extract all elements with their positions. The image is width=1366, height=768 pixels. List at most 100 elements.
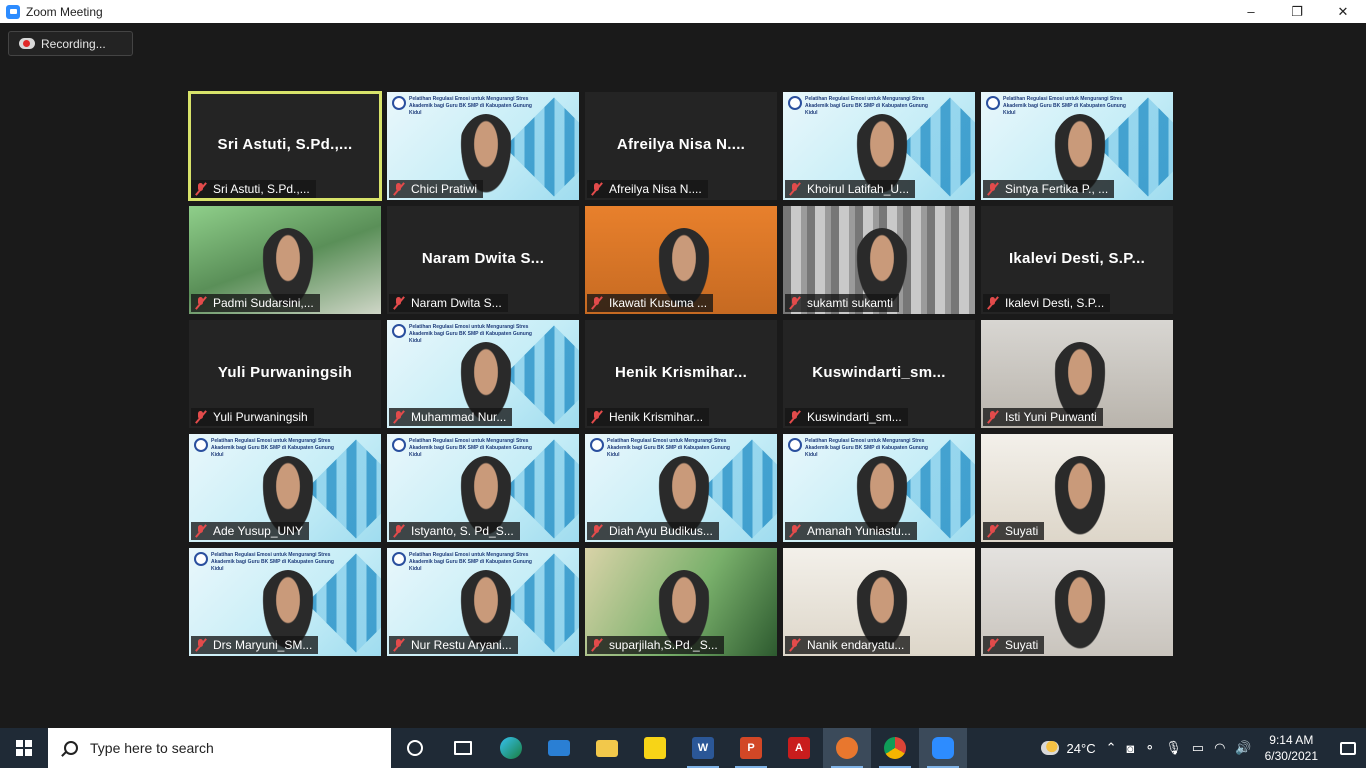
- weather-widget[interactable]: 24°C: [1036, 741, 1101, 756]
- muted-mic-icon: [788, 296, 802, 310]
- participant-name-label: Naram Dwita S...: [389, 294, 508, 312]
- search-icon: [64, 741, 78, 755]
- slide-text: Pelatihan Regulasi Emosi untuk Mengurang…: [805, 96, 928, 116]
- participant-tile[interactable]: Ikawati Kusuma ...: [585, 206, 777, 314]
- participant-tile[interactable]: Suyati: [981, 548, 1173, 656]
- participant-tile[interactable]: Padmi Sudarsini,...: [189, 206, 381, 314]
- participant-name: Suyati: [1005, 524, 1039, 538]
- taskbar-word[interactable]: W: [679, 728, 727, 768]
- participant-tile[interactable]: Afreilya Nisa N.... Afreilya Nisa N....: [585, 92, 777, 200]
- close-button[interactable]: ✕: [1320, 0, 1366, 23]
- participant-tile[interactable]: Pelatihan Regulasi Emosi untuk Mengurang…: [783, 92, 975, 200]
- zoom-icon: [932, 737, 954, 759]
- muted-mic-icon: [986, 182, 1000, 196]
- slide-text: Pelatihan Regulasi Emosi untuk Mengurang…: [211, 438, 334, 458]
- recording-icon: [19, 38, 35, 49]
- participant-display-name: Sri Astuti, S.Pd.,...: [217, 136, 353, 153]
- participant-tile[interactable]: Pelatihan Regulasi Emosi untuk Mengurang…: [387, 92, 579, 200]
- participant-tile[interactable]: Nanik endaryatu...: [783, 548, 975, 656]
- participant-name-label: Ade Yusup_UNY: [191, 522, 309, 540]
- tray-overflow-icon[interactable]: ⌃: [1101, 740, 1122, 756]
- muted-mic-icon: [590, 296, 604, 310]
- participant-tile[interactable]: Pelatihan Regulasi Emosi untuk Mengurang…: [387, 434, 579, 542]
- participant-name-label: Chici Pratiwi: [389, 180, 484, 198]
- task-view-button[interactable]: [439, 728, 487, 768]
- participant-name: Yuli Purwaningsih: [213, 410, 308, 424]
- participant-display-name: Yuli Purwaningsih: [217, 364, 353, 381]
- wifi-icon[interactable]: ◠: [1209, 740, 1230, 756]
- participant-tile[interactable]: Pelatihan Regulasi Emosi untuk Mengurang…: [783, 434, 975, 542]
- recorder-icon: [836, 737, 858, 759]
- taskbar-recorder[interactable]: [823, 728, 871, 768]
- muted-mic-icon: [788, 410, 802, 424]
- slide-logo-icon: [392, 552, 406, 566]
- participant-tile[interactable]: Yuli Purwaningsih Yuli Purwaningsih: [189, 320, 381, 428]
- cortana-icon: [407, 740, 423, 756]
- windows-taskbar: Type here to search W P A 24°C ⌃ ◙ ⚬ 🎙 ▭…: [0, 728, 1366, 768]
- taskbar-zoom[interactable]: [919, 728, 967, 768]
- muted-mic-icon: [392, 182, 406, 196]
- zoom-app-icon: [6, 4, 20, 19]
- participant-tile[interactable]: sukamti sukamti: [783, 206, 975, 314]
- participant-tile[interactable]: Henik Krismihar... Henik Krismihar...: [585, 320, 777, 428]
- participant-name: Ade Yusup_UNY: [213, 524, 303, 538]
- recording-indicator[interactable]: Recording...: [8, 31, 133, 56]
- taskbar-chrome[interactable]: [871, 728, 919, 768]
- participant-tile[interactable]: suparjilah,S.Pd._S...: [585, 548, 777, 656]
- participant-tile[interactable]: Pelatihan Regulasi Emosi untuk Mengurang…: [585, 434, 777, 542]
- taskbar-sticky-notes[interactable]: [631, 728, 679, 768]
- participant-name: Diah Ayu Budikus...: [609, 524, 713, 538]
- cortana-button[interactable]: [391, 728, 439, 768]
- muted-mic-icon: [392, 638, 406, 652]
- participant-name: Amanah Yuniastu...: [807, 524, 911, 538]
- participant-name-label: Nanik endaryatu...: [785, 636, 911, 654]
- slide-logo-icon: [194, 438, 208, 452]
- participant-name-label: Ikawati Kusuma ...: [587, 294, 714, 312]
- minimize-button[interactable]: –: [1228, 0, 1274, 23]
- participant-tile[interactable]: Naram Dwita S... Naram Dwita S...: [387, 206, 579, 314]
- slide-text: Pelatihan Regulasi Emosi untuk Mengurang…: [211, 552, 334, 572]
- participant-tile[interactable]: Suyati: [981, 434, 1173, 542]
- dropbox-icon[interactable]: ⚬: [1139, 740, 1160, 756]
- participant-tile[interactable]: Ikalevi Desti, S.P... Ikalevi Desti, S.P.…: [981, 206, 1173, 314]
- taskbar-powerpoint[interactable]: P: [727, 728, 775, 768]
- taskbar-file-explorer[interactable]: [583, 728, 631, 768]
- participant-name-label: Istyanto, S. Pd_S...: [389, 522, 520, 540]
- taskbar-mail[interactable]: [535, 728, 583, 768]
- notification-center-button[interactable]: [1330, 728, 1366, 768]
- restore-button[interactable]: ❐: [1274, 0, 1320, 23]
- slide-text: Pelatihan Regulasi Emosi untuk Mengurang…: [1003, 96, 1126, 116]
- slide-text: Pelatihan Regulasi Emosi untuk Mengurang…: [409, 324, 532, 344]
- participant-tile[interactable]: Pelatihan Regulasi Emosi untuk Mengurang…: [189, 548, 381, 656]
- participant-name-label: Isti Yuni Purwanti: [983, 408, 1103, 426]
- microphone-icon[interactable]: 🎙: [1160, 740, 1187, 756]
- participant-tile[interactable]: Pelatihan Regulasi Emosi untuk Mengurang…: [387, 320, 579, 428]
- participant-tile[interactable]: Kuswindarti_sm... Kuswindarti_sm...: [783, 320, 975, 428]
- participant-name-label: Suyati: [983, 522, 1045, 540]
- taskbar-acrobat[interactable]: A: [775, 728, 823, 768]
- participant-name: Chici Pratiwi: [411, 182, 478, 196]
- participant-tile[interactable]: Pelatihan Regulasi Emosi untuk Mengurang…: [387, 548, 579, 656]
- participant-name: suparjilah,S.Pd._S...: [609, 638, 718, 652]
- volume-icon[interactable]: 🔊: [1230, 740, 1256, 756]
- participant-name-label: Drs Maryuni_SM...: [191, 636, 319, 654]
- taskbar-search[interactable]: Type here to search: [48, 728, 391, 768]
- participant-name: Drs Maryuni_SM...: [213, 638, 313, 652]
- participant-tile[interactable]: Pelatihan Regulasi Emosi untuk Mengurang…: [981, 92, 1173, 200]
- participant-tile[interactable]: Isti Yuni Purwanti: [981, 320, 1173, 428]
- camera-icon[interactable]: ◙: [1122, 741, 1140, 756]
- participant-name-label: Padmi Sudarsini,...: [191, 294, 320, 312]
- participant-tile[interactable]: Sri Astuti, S.Pd.,... Sri Astuti, S.Pd.,.…: [188, 91, 382, 201]
- title-bar: Zoom Meeting – ❐ ✕: [0, 0, 1366, 23]
- muted-mic-icon: [194, 410, 208, 424]
- start-button[interactable]: [0, 728, 48, 768]
- participant-display-name: Afreilya Nisa N....: [616, 136, 746, 153]
- participant-name: Ikalevi Desti, S.P...: [1005, 296, 1105, 310]
- system-clock[interactable]: 9:14 AM 6/30/2021: [1257, 732, 1330, 764]
- slide-logo-icon: [986, 96, 1000, 110]
- battery-icon[interactable]: ▭: [1187, 740, 1209, 756]
- participant-tile[interactable]: Pelatihan Regulasi Emosi untuk Mengurang…: [189, 434, 381, 542]
- taskbar-edge[interactable]: [487, 728, 535, 768]
- participant-name-label: Khoirul Latifah_U...: [785, 180, 916, 198]
- slide-text: Pelatihan Regulasi Emosi untuk Mengurang…: [607, 438, 730, 458]
